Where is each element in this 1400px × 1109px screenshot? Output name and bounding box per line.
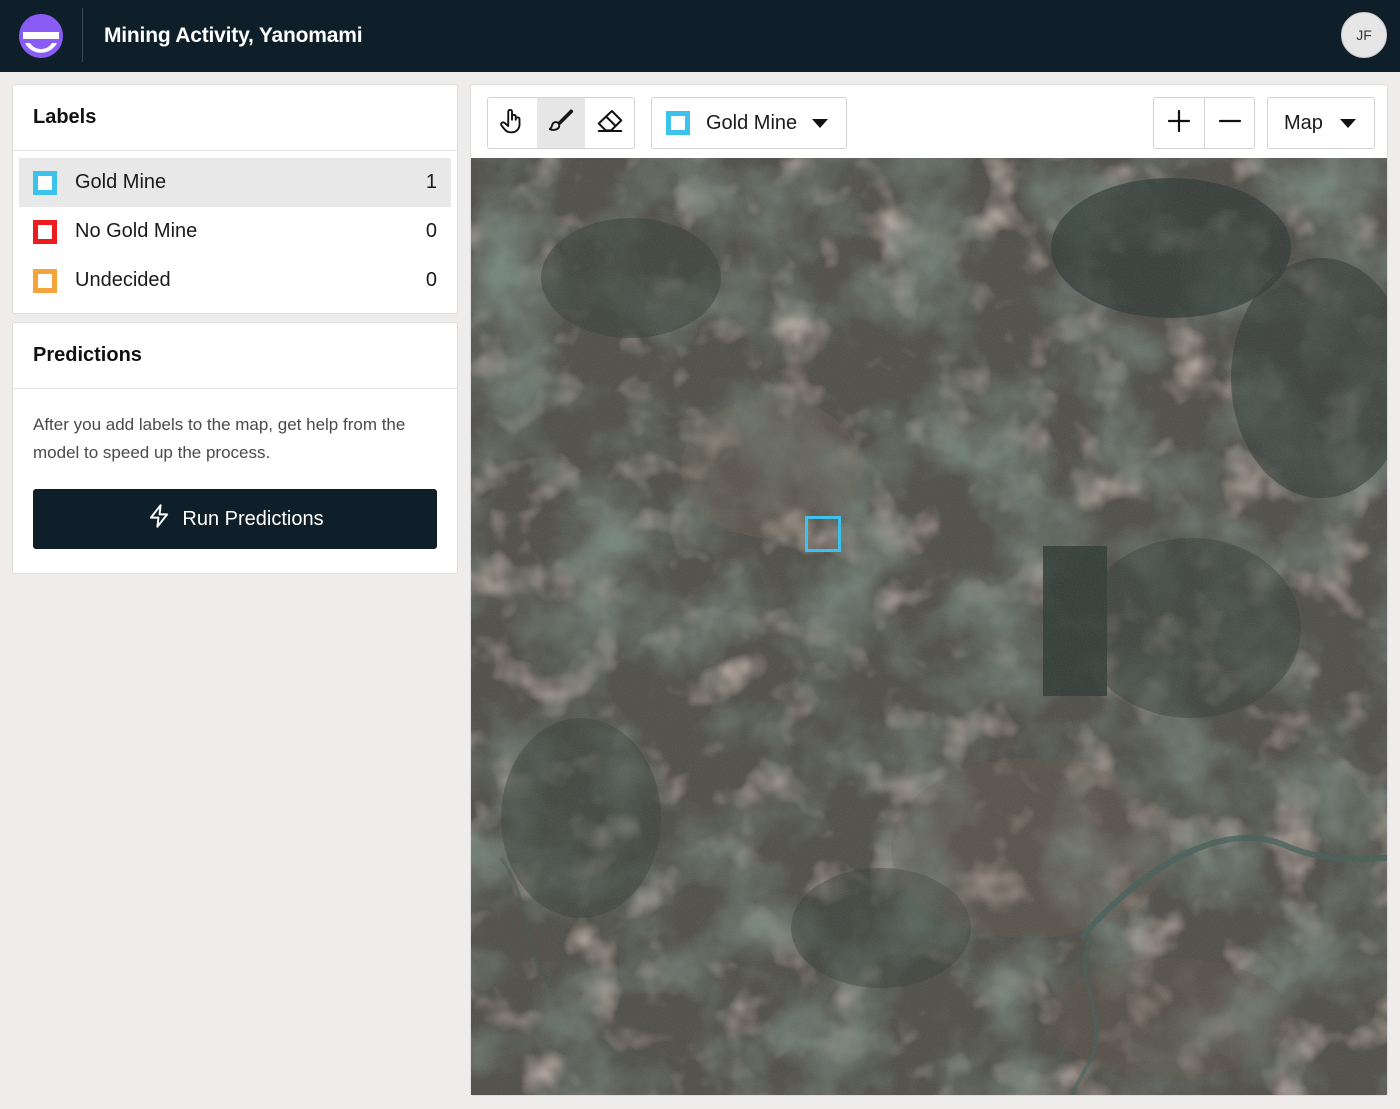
label-list: Gold Mine 1 No Gold Mine 0 Undecided 0 — [13, 151, 457, 305]
drawing-tools — [487, 97, 635, 149]
app-header: Mining Activity, Yanomami JF — [0, 0, 1400, 72]
satellite-imagery — [471, 158, 1387, 1095]
predictions-panel: Predictions After you add labels to the … — [12, 322, 458, 574]
map-toolbar: Gold Mine Map — [471, 85, 1387, 159]
header-divider — [82, 8, 83, 62]
zoom-controls — [1153, 97, 1255, 149]
label-item-no-gold-mine[interactable]: No Gold Mine 0 — [19, 207, 451, 256]
label-item-gold-mine[interactable]: Gold Mine 1 — [19, 158, 451, 207]
active-class-select[interactable]: Gold Mine — [651, 97, 847, 149]
active-class-label: Gold Mine — [706, 111, 798, 134]
brush-tool-button[interactable] — [536, 98, 586, 148]
brush-icon — [546, 106, 576, 141]
basemap-label: Map — [1284, 111, 1323, 134]
predictions-description: After you add labels to the map, get hel… — [33, 415, 406, 462]
hand-pointer-icon — [497, 106, 527, 141]
label-name: No Gold Mine — [75, 220, 198, 242]
label-color-swatch — [33, 170, 57, 195]
gold-mine-label-box[interactable] — [805, 516, 841, 552]
predictions-panel-title: Predictions — [13, 323, 457, 389]
basemap-select[interactable]: Map — [1267, 97, 1375, 149]
label-name: Gold Mine — [75, 171, 167, 193]
zoom-in-button[interactable] — [1154, 98, 1204, 148]
chevron-down-icon — [1340, 119, 1356, 128]
user-avatar[interactable]: JF — [1341, 12, 1387, 58]
app-logo-icon[interactable] — [16, 12, 66, 60]
label-item-undecided[interactable]: Undecided 0 — [19, 256, 451, 305]
zoom-out-button[interactable] — [1204, 98, 1254, 148]
label-count: 1 — [425, 171, 437, 193]
pan-tool-button[interactable] — [488, 98, 537, 148]
active-class-swatch — [666, 111, 690, 135]
label-name: Undecided — [75, 269, 171, 291]
page-title: Mining Activity, Yanomami — [104, 24, 363, 47]
labels-panel-title: Labels — [13, 85, 457, 151]
label-count: 0 — [425, 220, 437, 242]
run-predictions-label: Run Predictions — [182, 507, 324, 530]
label-color-swatch — [33, 219, 57, 244]
eraser-icon — [595, 106, 625, 141]
map-canvas[interactable] — [471, 158, 1387, 1095]
lightning-icon — [146, 503, 182, 535]
labels-panel: Labels Gold Mine 1 No Gold Mine 0 Undeci… — [12, 84, 458, 314]
chevron-down-icon — [812, 119, 828, 128]
map-panel: Gold Mine Map — [470, 84, 1388, 1096]
label-count: 0 — [425, 269, 437, 291]
label-color-swatch — [33, 268, 57, 293]
eraser-tool-button[interactable] — [585, 98, 634, 148]
minus-icon — [1218, 109, 1242, 138]
run-predictions-button[interactable]: Run Predictions — [33, 489, 437, 549]
plus-icon — [1167, 109, 1191, 138]
